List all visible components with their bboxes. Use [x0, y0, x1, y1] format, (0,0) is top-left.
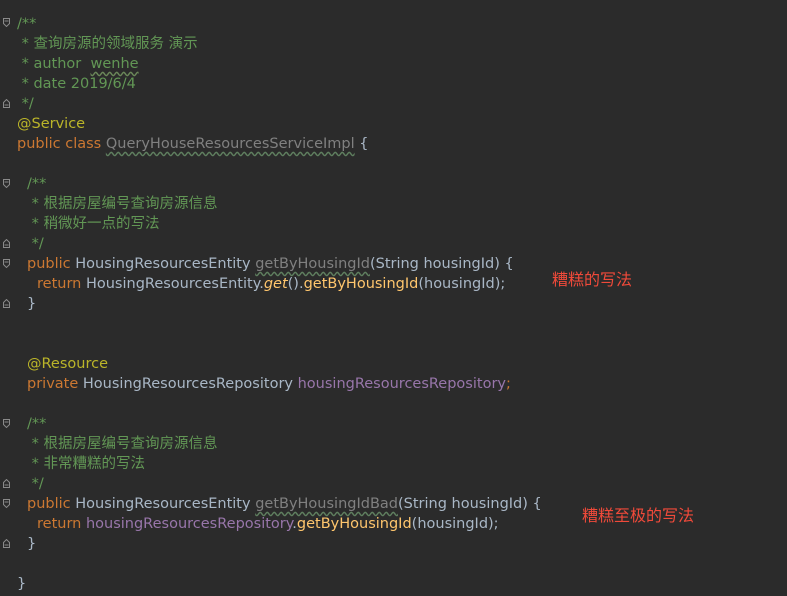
comment-text: * date 2019/6/4 — [17, 76, 136, 92]
call-args: (housingId); — [411, 516, 499, 532]
comment-text: /** — [27, 416, 47, 432]
comment-text: * 非常糟糕的写法 — [27, 456, 145, 472]
comment-text: * 根据房屋编号查询房源信息 — [27, 436, 218, 452]
code-line-3: * author wenhe — [17, 54, 139, 74]
code-line-9: * 根据房屋编号查询房源信息 — [27, 194, 218, 214]
fold-end-icon[interactable] — [3, 539, 10, 548]
comment-text: */ — [27, 476, 44, 492]
keyword: return — [37, 516, 86, 532]
comment-text: * 查询房源的领域服务 演示 — [17, 36, 198, 52]
field-ref[interactable]: housingResourcesRepository — [86, 516, 292, 532]
return-type: HousingResourcesEntity — [75, 256, 256, 272]
static-method-call[interactable]: get — [264, 276, 288, 292]
code-line-10: * 稍微好一点的写法 — [27, 214, 160, 234]
code-line-13: return HousingResourcesEntity.get().getB… — [37, 274, 505, 294]
fold-collapse-icon[interactable] — [3, 259, 10, 268]
fold-collapse-icon[interactable] — [3, 18, 10, 27]
comment-text: /** — [27, 176, 47, 192]
code-line-20: */ — [27, 474, 44, 494]
code-line-19: * 非常糟糕的写法 — [27, 454, 145, 474]
code-line-8: /** — [27, 174, 46, 194]
method-signature: (String housingId) { — [398, 496, 542, 512]
keyword: public — [27, 496, 76, 512]
code-line-1: /** — [17, 14, 36, 34]
code-line-5: */ — [17, 94, 34, 114]
code-line-23: } — [27, 534, 36, 554]
return-type: HousingResourcesEntity — [75, 496, 256, 512]
keyword: public class — [17, 136, 106, 152]
author-name: wenhe — [90, 56, 139, 72]
annotation-service: @Service — [17, 116, 86, 132]
fold-collapse-icon[interactable] — [3, 179, 10, 188]
method-call[interactable]: getByHousingId — [297, 516, 412, 532]
comment-text: */ — [17, 96, 34, 112]
keyword: public — [27, 256, 76, 272]
keyword: return — [37, 276, 86, 292]
comment-text: */ — [27, 236, 44, 252]
code-line-16: private HousingResourcesRepository housi… — [27, 374, 511, 394]
comment-text: /** — [17, 16, 37, 32]
call-args: (housingId); — [418, 276, 506, 292]
annotation-note-bad: 糟糕的写法 — [552, 270, 633, 289]
class-ref: HousingResourcesEntity. — [85, 276, 264, 292]
keyword: private — [27, 376, 83, 392]
fold-end-icon[interactable] — [3, 239, 10, 248]
code-editor[interactable]: /** * 查询房源的领域服务 演示 * author wenhe * date… — [0, 0, 787, 596]
fold-end-icon[interactable] — [3, 479, 10, 488]
brace: } — [17, 576, 27, 592]
code-line-14: } — [27, 294, 36, 314]
code-line-12: public HousingResourcesEntity getByHousi… — [27, 254, 514, 274]
class-name[interactable]: QueryHouseResourcesServiceImpl — [106, 136, 355, 152]
brace: } — [27, 296, 37, 312]
field-type: HousingResourcesRepository — [82, 376, 298, 392]
code-line-17: /** — [27, 414, 46, 434]
comment-text: * author — [17, 56, 91, 72]
method-signature: (String housingId) { — [369, 256, 514, 272]
code-line-7: public class QueryHouseResourcesServiceI… — [17, 134, 368, 154]
fold-end-icon[interactable] — [3, 99, 10, 108]
code-line-6: @Service — [17, 114, 85, 134]
annotation-note-worst: 糟糕至极的写法 — [582, 506, 695, 525]
code-line-21: public HousingResourcesEntity getByHousi… — [27, 494, 542, 514]
brace: { — [354, 136, 369, 152]
code-line-15: @Resource — [27, 354, 108, 374]
semicolon: ; — [506, 376, 511, 392]
comment-text: * 稍微好一点的写法 — [27, 216, 160, 232]
punctuation: (). — [287, 276, 304, 292]
annotation-resource: @Resource — [27, 356, 108, 372]
method-call[interactable]: getByHousingId — [304, 276, 419, 292]
code-line-24: } — [17, 574, 26, 594]
fold-collapse-icon[interactable] — [3, 499, 10, 508]
code-line-11: */ — [27, 234, 44, 254]
code-line-4: * date 2019/6/4 — [17, 74, 136, 94]
code-line-18: * 根据房屋编号查询房源信息 — [27, 434, 218, 454]
field-name[interactable]: housingResourcesRepository — [298, 376, 506, 392]
brace: } — [27, 536, 37, 552]
editor-gutter — [0, 0, 14, 596]
fold-end-icon[interactable] — [3, 299, 10, 308]
method-name[interactable]: getByHousingId — [255, 256, 370, 272]
code-line-2: * 查询房源的领域服务 演示 — [17, 34, 198, 54]
fold-collapse-icon[interactable] — [3, 419, 10, 428]
comment-text: * 根据房屋编号查询房源信息 — [27, 196, 218, 212]
method-name[interactable]: getByHousingIdBad — [255, 496, 398, 512]
code-line-22: return housingResourcesRepository.getByH… — [37, 514, 499, 534]
